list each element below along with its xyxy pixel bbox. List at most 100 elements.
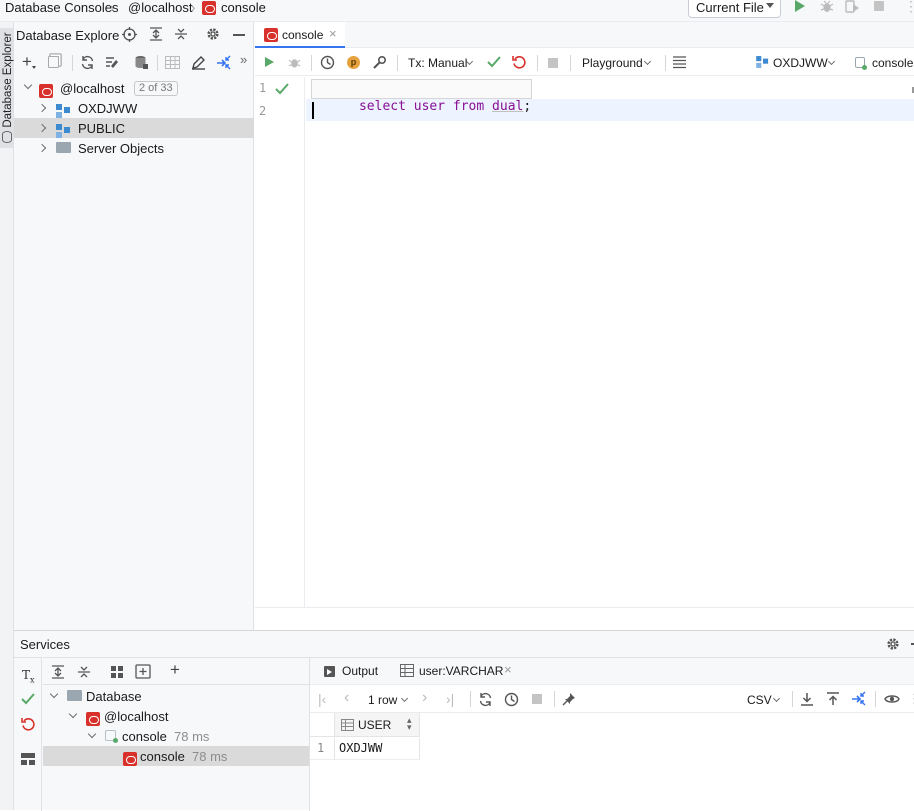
refresh-icon[interactable] xyxy=(478,692,493,707)
collapse-all-icon[interactable] xyxy=(77,665,91,679)
database-explorer-toolwindow-button[interactable]: Database Explorer xyxy=(0,28,14,148)
gear-icon[interactable] xyxy=(886,637,900,651)
code-editor[interactable]: 1 2 select user from dual; xyxy=(255,77,914,607)
explorer-toolbar: + » xyxy=(14,51,254,75)
execution-time: 78 ms xyxy=(192,749,228,764)
add-icon[interactable]: + xyxy=(22,53,32,70)
breadcrumb-localhost[interactable]: @localhost xyxy=(128,0,193,16)
transaction-mode-select[interactable]: Tx: Manual xyxy=(405,55,477,73)
chevron-down-icon[interactable] xyxy=(87,729,97,739)
schema-sync-icon[interactable] xyxy=(104,55,120,70)
settings-wrench-icon[interactable] xyxy=(372,55,387,70)
run-configuration-select[interactable]: Current File xyxy=(688,0,781,18)
services-tree-label: console xyxy=(122,729,167,744)
hide-panel-icon[interactable] xyxy=(233,34,245,36)
rollback-icon[interactable] xyxy=(512,55,526,69)
edit-icon[interactable] xyxy=(191,55,206,70)
cancel-statement-icon[interactable] xyxy=(548,58,558,68)
chevron-down-icon[interactable] xyxy=(68,709,78,719)
resolve-mode-select[interactable]: Playground xyxy=(577,55,657,73)
compare-icon[interactable] xyxy=(851,691,867,706)
tab-output[interactable]: Output xyxy=(318,658,392,685)
more-icon[interactable]: ⋮ xyxy=(904,0,914,14)
debug-icon[interactable] xyxy=(820,0,834,13)
expand-all-icon[interactable] xyxy=(149,27,163,41)
download-icon[interactable] xyxy=(800,692,814,706)
transaction-icon[interactable]: Tx xyxy=(22,668,35,684)
table-row[interactable]: 1 OXDJWW xyxy=(310,738,420,760)
first-page-icon[interactable]: |‹ xyxy=(318,692,326,706)
services-tree-console-group[interactable]: console 78 ms xyxy=(43,726,309,746)
oracle-console-icon xyxy=(264,28,278,42)
add-service-icon[interactable]: + xyxy=(170,661,180,678)
cancel-query-icon[interactable] xyxy=(532,694,542,704)
rollback-icon[interactable] xyxy=(21,717,35,731)
page-size-select[interactable]: 1 row xyxy=(365,691,415,709)
pin-tab-icon[interactable] xyxy=(562,692,576,706)
history-icon[interactable] xyxy=(320,55,335,70)
commit-icon[interactable] xyxy=(21,693,35,705)
next-page-icon[interactable]: › xyxy=(422,690,427,706)
tab-console[interactable]: console × xyxy=(255,22,345,48)
upload-icon[interactable] xyxy=(826,692,840,706)
chevron-down-icon[interactable] xyxy=(23,80,33,90)
gear-icon[interactable] xyxy=(206,27,220,41)
session-active-dot xyxy=(862,65,867,70)
history-icon[interactable] xyxy=(504,692,519,707)
line-number: 2 xyxy=(259,104,267,118)
schema-select[interactable]: OXDJWW xyxy=(755,54,839,72)
commit-icon[interactable] xyxy=(487,56,501,68)
tree-root-localhost[interactable]: @localhost 2 of 33 xyxy=(14,78,254,98)
tab-result[interactable]: user:VARCHAR × xyxy=(394,658,522,685)
more-icon[interactable]: ⋮ xyxy=(908,691,914,707)
tree-item-schema-selected[interactable]: PUBLIC xyxy=(14,118,254,138)
breadcrumb-separator-icon: › xyxy=(110,0,115,15)
new-tab-icon[interactable] xyxy=(135,664,151,679)
left-tool-strip: Database Explorer xyxy=(0,22,14,810)
oracle-console-icon xyxy=(123,752,137,766)
run-with-coverage-icon[interactable] xyxy=(845,0,860,13)
close-tab-icon[interactable]: × xyxy=(329,26,337,41)
chevron-down-icon[interactable] xyxy=(49,689,59,699)
execute-icon[interactable] xyxy=(265,57,274,67)
grid-cell[interactable]: OXDJWW xyxy=(334,738,420,760)
output-layout-icon[interactable] xyxy=(672,56,687,69)
services-tree-localhost[interactable]: @localhost xyxy=(43,706,309,726)
run-icon[interactable] xyxy=(795,0,805,12)
group-by-icon[interactable] xyxy=(110,665,124,679)
layout-icon[interactable] xyxy=(21,753,35,765)
table-icon[interactable] xyxy=(165,56,180,69)
expand-all-icon[interactable] xyxy=(51,665,65,679)
services-tree-console-item[interactable]: console 78 ms xyxy=(43,746,309,766)
chevron-down-icon xyxy=(32,66,36,69)
grid-column-header[interactable]: USER ▴ ▾ xyxy=(334,713,420,737)
tree-item-schema[interactable]: OXDJWW xyxy=(14,98,254,118)
stop-icon[interactable] xyxy=(874,1,884,11)
crosshair-icon[interactable] xyxy=(122,27,137,42)
collapse-all-icon[interactable] xyxy=(174,27,188,41)
last-page-icon[interactable]: ›| xyxy=(446,692,454,706)
services-tree-database[interactable]: Database xyxy=(43,686,309,706)
breadcrumb-database-consoles[interactable]: Database Consoles xyxy=(5,0,118,16)
separator xyxy=(875,691,876,707)
export-format-select[interactable]: CSV xyxy=(744,691,784,709)
table-icon xyxy=(400,664,414,677)
database-properties-icon[interactable] xyxy=(134,55,149,70)
chevron-right-icon[interactable] xyxy=(37,123,47,133)
session-select[interactable]: console xyxy=(853,54,914,72)
chevron-right-icon[interactable] xyxy=(37,103,47,113)
jump-to-source-icon[interactable] xyxy=(216,55,232,70)
parameters-icon[interactable]: p xyxy=(347,56,360,69)
view-icon[interactable] xyxy=(884,693,900,705)
more-tools-icon[interactable]: » xyxy=(240,52,247,68)
keyword-from: from xyxy=(452,99,485,114)
breadcrumb-console[interactable]: console xyxy=(221,0,266,16)
previous-page-icon[interactable]: ‹ xyxy=(344,690,349,706)
refresh-icon[interactable] xyxy=(80,55,95,70)
sort-icon[interactable]: ▴ ▾ xyxy=(407,716,412,732)
close-tab-icon[interactable]: × xyxy=(504,662,512,677)
chevron-right-icon[interactable] xyxy=(37,143,47,153)
duplicate-icon[interactable] xyxy=(48,56,59,68)
debug-icon[interactable] xyxy=(288,56,301,69)
tree-item-server-objects[interactable]: Server Objects xyxy=(14,138,254,158)
